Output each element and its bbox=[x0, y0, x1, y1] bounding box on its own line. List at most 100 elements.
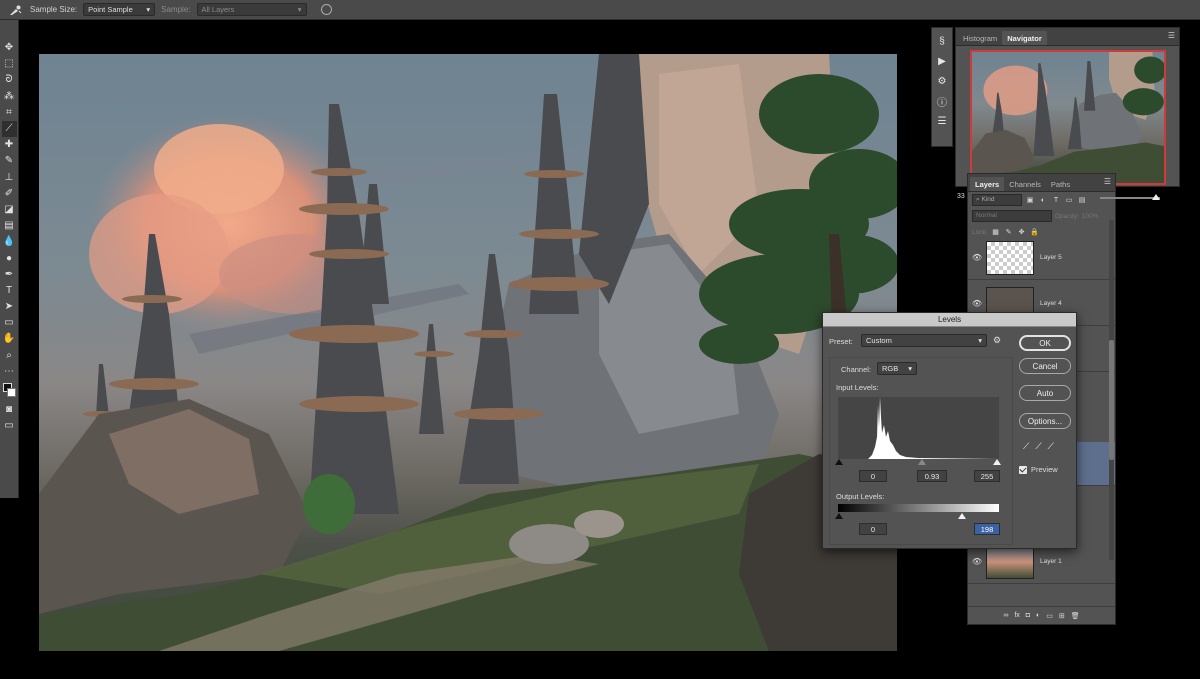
tab-histogram[interactable]: Histogram bbox=[958, 31, 1002, 45]
layer-row[interactable]: 👁 Layer 5 bbox=[968, 236, 1115, 280]
brush-tool-icon[interactable]: ✎ bbox=[2, 153, 17, 169]
output-white-field[interactable]: 198 bbox=[974, 523, 1000, 535]
document-canvas[interactable] bbox=[39, 54, 897, 651]
auto-button[interactable]: Auto bbox=[1019, 385, 1071, 401]
input-white-slider[interactable] bbox=[993, 459, 1001, 465]
preset-label: Preset: bbox=[829, 337, 853, 346]
type-filter-icon[interactable]: T bbox=[1051, 195, 1061, 205]
mask-icon[interactable]: ◘ bbox=[1026, 612, 1030, 619]
opacity-value[interactable]: 100% bbox=[1082, 213, 1099, 220]
dodge-tool-icon[interactable]: ● bbox=[2, 250, 17, 266]
sample-ring-icon[interactable] bbox=[320, 4, 332, 15]
input-gamma-slider[interactable] bbox=[918, 459, 926, 465]
hand-tool-icon[interactable]: ✋ bbox=[2, 331, 17, 347]
color-swatches[interactable] bbox=[2, 382, 17, 402]
type-tool-icon[interactable]: T bbox=[2, 283, 17, 299]
white-point-eyedropper-icon[interactable]: ⟋ bbox=[1048, 441, 1054, 452]
info-panel-icon[interactable]: ⓘ bbox=[935, 94, 949, 109]
output-gradient-bar bbox=[838, 504, 999, 512]
clone-stamp-tool-icon[interactable]: ⊥ bbox=[2, 170, 17, 186]
ok-button[interactable]: OK bbox=[1019, 335, 1071, 351]
layers-scrollbar[interactable] bbox=[1109, 220, 1114, 560]
chevron-down-icon: ▾ bbox=[978, 336, 982, 345]
blur-tool-icon[interactable]: 💧 bbox=[2, 234, 17, 250]
panel-menu-icon[interactable]: ☰ bbox=[1168, 31, 1175, 40]
sample-select[interactable]: All Layers ▾ bbox=[196, 3, 307, 16]
move-tool-icon[interactable]: ✥ bbox=[2, 40, 17, 56]
background-color-swatch[interactable] bbox=[6, 387, 16, 397]
input-levels-label: Input Levels: bbox=[836, 383, 879, 392]
levels-dialog: Levels Preset: Custom ▾ ⚙ Channel: RGB ▾… bbox=[822, 312, 1077, 549]
output-black-field[interactable]: 0 bbox=[859, 523, 887, 535]
fx-icon[interactable]: fx bbox=[1014, 612, 1019, 619]
output-black-slider[interactable] bbox=[835, 513, 843, 519]
chevron-down-icon: ▾ bbox=[146, 5, 151, 14]
path-select-tool-icon[interactable]: ➤ bbox=[2, 299, 17, 315]
preset-value: Custom bbox=[866, 336, 892, 345]
navigator-preview-image bbox=[972, 52, 1164, 183]
new-layer-icon[interactable]: ⊞ bbox=[1059, 612, 1065, 620]
input-white-field[interactable]: 255 bbox=[974, 470, 1000, 482]
slider-handle-icon[interactable] bbox=[1152, 194, 1160, 200]
smart-filter-icon[interactable]: ▤ bbox=[1077, 195, 1087, 205]
trash-icon[interactable]: 🗑 bbox=[1071, 612, 1080, 620]
panel-menu-icon[interactable]: ☰ bbox=[1104, 177, 1111, 186]
marquee-tool-icon[interactable]: ⬚ bbox=[2, 56, 17, 72]
healing-tool-icon[interactable]: ✚ bbox=[2, 137, 17, 153]
cancel-button[interactable]: Cancel bbox=[1019, 358, 1071, 374]
checkmark-icon[interactable] bbox=[1019, 465, 1027, 474]
eye-icon[interactable]: 👁 bbox=[968, 557, 986, 566]
sample-size-select[interactable]: Point Sample ▾ bbox=[83, 3, 156, 16]
output-white-slider[interactable] bbox=[958, 513, 966, 519]
crop-tool-icon[interactable]: ⌗ bbox=[2, 105, 17, 121]
quick-mask-icon[interactable]: ◙ bbox=[2, 402, 17, 418]
tab-paths[interactable]: Paths bbox=[1046, 177, 1075, 191]
adjustment-layer-icon[interactable]: ◐ bbox=[1036, 612, 1040, 619]
filter-kind-select[interactable]: ⌕ Kind bbox=[972, 194, 1022, 206]
opacity-label: Opacity: bbox=[1055, 212, 1079, 220]
link-icon[interactable]: ∞ bbox=[1003, 612, 1008, 619]
history-brush-tool-icon[interactable]: ✐ bbox=[2, 186, 17, 202]
input-black-field[interactable]: 0 bbox=[859, 470, 887, 482]
gray-point-eyedropper-icon[interactable]: ⟋ bbox=[1035, 441, 1041, 452]
dialog-title: Levels bbox=[823, 313, 1076, 327]
eye-icon[interactable]: 👁 bbox=[968, 299, 986, 308]
eye-icon[interactable]: 👁 bbox=[968, 253, 986, 262]
tab-layers[interactable]: Layers bbox=[970, 177, 1005, 191]
magic-wand-tool-icon[interactable]: ⁂ bbox=[2, 89, 17, 105]
preset-options-gear-icon[interactable]: ⚙ bbox=[993, 335, 1001, 346]
tab-navigator[interactable]: Navigator bbox=[1002, 31, 1047, 45]
input-black-slider[interactable] bbox=[835, 459, 843, 465]
actions-play-icon[interactable]: ▶ bbox=[935, 54, 949, 68]
navigator-zoom-value[interactable]: 33 bbox=[957, 193, 965, 200]
pixel-filter-icon[interactable]: ▣ bbox=[1025, 195, 1035, 205]
black-point-eyedropper-icon[interactable]: ⟋ bbox=[1023, 441, 1029, 452]
tab-channels[interactable]: Channels bbox=[1004, 177, 1046, 191]
eyedropper-icon[interactable] bbox=[6, 3, 24, 17]
group-folder-icon[interactable]: ▭ bbox=[1046, 612, 1053, 620]
lasso-tool-icon[interactable]: ᘐ bbox=[2, 72, 17, 88]
shape-filter-icon[interactable]: ▭ bbox=[1064, 195, 1074, 205]
screen-mode-icon[interactable]: ▭ bbox=[2, 418, 17, 434]
input-gamma-field[interactable]: 0.93 bbox=[917, 470, 947, 482]
zoom-tool-icon[interactable]: ⌕ bbox=[2, 348, 17, 364]
history-panel-icon[interactable]: § bbox=[935, 34, 949, 48]
options-button[interactable]: Options... bbox=[1019, 413, 1071, 429]
preset-select[interactable]: Custom ▾ bbox=[861, 334, 987, 347]
navigator-zoom-slider[interactable] bbox=[1100, 194, 1160, 200]
eraser-tool-icon[interactable]: ◪ bbox=[2, 202, 17, 218]
pen-tool-icon[interactable]: ✒ bbox=[2, 267, 17, 283]
preview-checkbox[interactable]: Preview bbox=[1019, 465, 1058, 474]
properties-panel-icon[interactable]: ☰ bbox=[935, 114, 949, 128]
shape-tool-icon[interactable]: ▭ bbox=[2, 315, 17, 331]
navigator-thumbnail[interactable] bbox=[970, 50, 1166, 185]
blend-mode-select[interactable]: Normal bbox=[972, 210, 1052, 222]
eyedropper-tool-icon[interactable]: ⟋ bbox=[1, 120, 17, 138]
gradient-tool-icon[interactable]: ▤ bbox=[2, 218, 17, 234]
adjustment-filter-icon[interactable]: ◐ bbox=[1038, 195, 1048, 205]
channel-value: RGB bbox=[882, 364, 899, 373]
adjustments-panel-icon[interactable]: ⚙ bbox=[935, 74, 949, 88]
preview-label: Preview bbox=[1031, 465, 1058, 474]
more-tools-icon[interactable]: ⋯ bbox=[2, 364, 17, 380]
channel-select[interactable]: RGB ▾ bbox=[877, 362, 917, 375]
